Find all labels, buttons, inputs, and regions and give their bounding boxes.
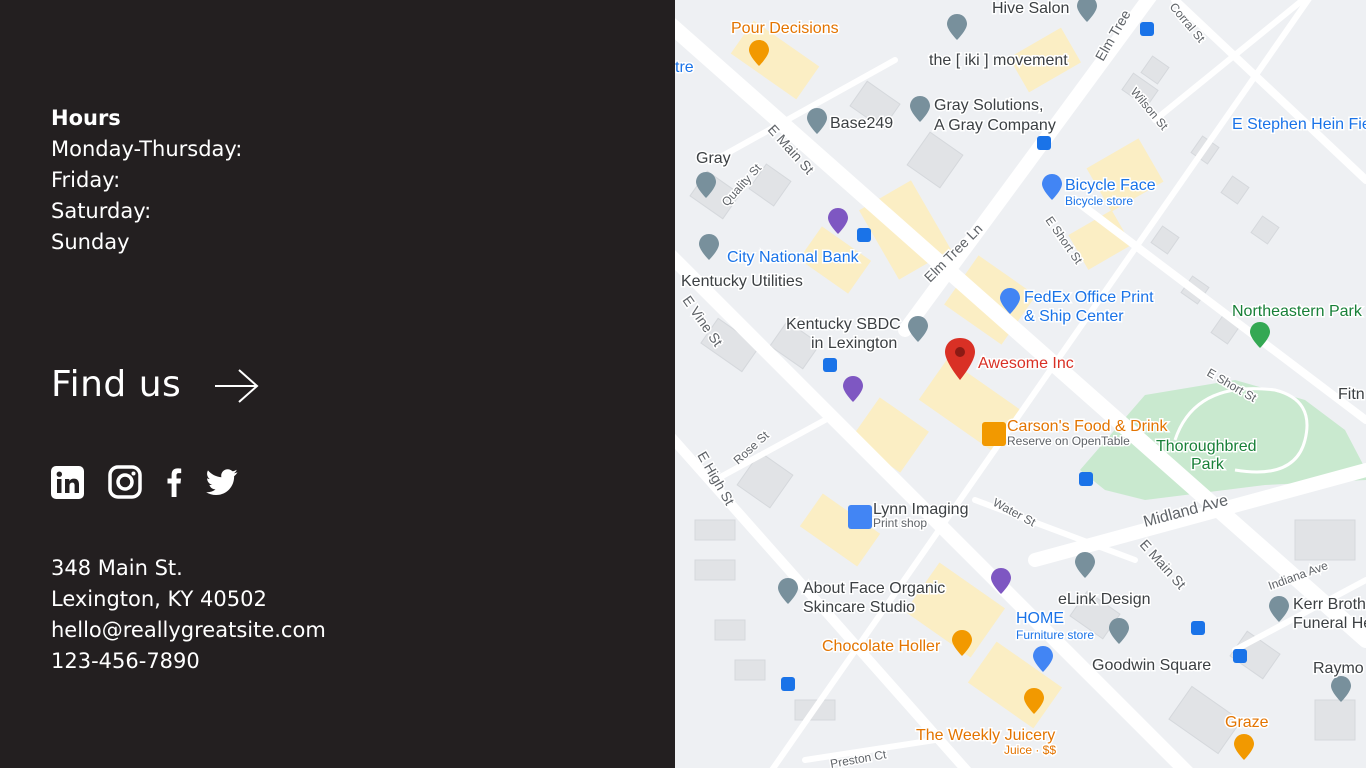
northeastern-label: Northeastern Park — [1232, 303, 1363, 320]
iki-pin-icon — [947, 14, 967, 40]
raymo-pin-icon — [1331, 676, 1351, 702]
transit-icon — [781, 677, 795, 691]
address-city: Lexington, KY 40502 — [51, 587, 267, 611]
carsons-restaurant-icon — [982, 422, 1006, 446]
lynn-imaging-icon — [848, 505, 872, 529]
elink-label: eLink Design — [1058, 591, 1151, 608]
raymo-label: Raymo — [1313, 660, 1364, 677]
home-label: HOME — [1016, 610, 1064, 627]
sbdc-label-1: Kentucky SBDC — [786, 316, 901, 333]
sbdc-pin-icon — [908, 316, 928, 342]
kerr-label-1: Kerr Broth — [1293, 596, 1366, 613]
thoroughbred-label-2: Park — [1191, 456, 1225, 473]
lynn-sub-label: Print shop — [873, 516, 927, 530]
facebook-icon[interactable] — [166, 467, 182, 497]
gray-solutions-pin-icon — [910, 96, 930, 122]
graze-label: Graze — [1225, 714, 1269, 731]
email-link[interactable]: hello@reallygreatsite.com — [51, 615, 326, 646]
hours-section: Hours Monday-Thursday: Friday: Saturday:… — [51, 103, 242, 258]
gray-solutions-label-1: Gray Solutions, — [934, 97, 1043, 114]
sbdc-label-2: in Lexington — [811, 335, 897, 352]
transit-icon — [1233, 649, 1247, 663]
graze-pin-icon — [1234, 734, 1254, 760]
chocolate-holler-label: Chocolate Holler — [822, 638, 941, 655]
elink-pin-icon — [1075, 552, 1095, 578]
about-face-pin-icon — [778, 578, 798, 604]
weekly-sub-label: Juice · $$ — [1004, 743, 1056, 757]
transit-icon — [857, 228, 871, 242]
transit-icon — [1140, 22, 1154, 36]
city-national-bank-pin-icon — [828, 208, 848, 234]
map-canvas[interactable]: Hive Salon the [ iki ] movement Gray Sol… — [675, 0, 1366, 768]
contact-section: 348 Main St. Lexington, KY 40502 hello@r… — [51, 553, 326, 677]
gray-solutions-label-2: A Gray Company — [934, 117, 1056, 134]
find-us-link[interactable]: Find us — [51, 358, 261, 410]
street-e-main-2: E Main St — [1137, 536, 1190, 592]
goodwin-pin-icon — [1109, 618, 1129, 644]
iki-label: the [ iki ] movement — [929, 52, 1068, 69]
about-face-label-2: Skincare Studio — [803, 599, 915, 616]
gray-label: Gray — [696, 150, 731, 167]
info-panel: Hours Monday-Thursday: Friday: Saturday:… — [0, 0, 675, 768]
linkedin-icon[interactable] — [51, 465, 84, 499]
awesome-inc-label: Awesome Inc — [978, 355, 1074, 372]
address-street: 348 Main St. — [51, 556, 183, 580]
tre-label: tre — [675, 59, 694, 76]
about-face-label-1: About Face Organic — [803, 580, 945, 597]
fitn-label: Fitn — [1338, 386, 1365, 403]
thoroughbred-label-1: Thoroughbred — [1156, 438, 1257, 455]
weekly-juicery-label: The Weekly Juicery — [916, 727, 1055, 744]
base249-label: Base249 — [830, 115, 893, 132]
home-pin-icon — [1033, 646, 1053, 672]
transit-icon — [1037, 136, 1051, 150]
kentucky-utilities-pin-icon — [699, 234, 719, 260]
carsons-sub-label: Reserve on OpenTable — [1007, 434, 1130, 448]
pour-decisions-label: Pour Decisions — [731, 20, 839, 37]
transit-icon — [823, 358, 837, 372]
hive-salon-pin-icon — [1077, 0, 1097, 22]
bicycle-face-sub-label: Bicycle store — [1065, 194, 1133, 208]
twitter-icon[interactable] — [206, 468, 238, 496]
kerr-label-2: Funeral He — [1293, 615, 1366, 632]
city-national-label: City National Bank — [727, 249, 860, 266]
hours-title: Hours — [51, 106, 121, 130]
transit-icon — [1079, 472, 1093, 486]
home-sub-label: Furniture store — [1016, 628, 1094, 642]
carsons-label: Carson's Food & Drink — [1007, 418, 1168, 435]
phone-link[interactable]: 123-456-7890 — [51, 646, 326, 677]
parking-pin-icon — [843, 376, 863, 402]
street-water: Water St — [991, 495, 1039, 529]
fedex-label-2: & Ship Center — [1024, 308, 1124, 325]
bicycle-face-pin-icon — [1042, 174, 1062, 200]
map-view[interactable]: Hive Salon the [ iki ] movement Gray Sol… — [675, 0, 1366, 768]
hive-salon-label: Hive Salon — [992, 0, 1069, 17]
hours-row: Friday: — [51, 168, 121, 192]
hours-row: Sunday — [51, 230, 130, 254]
stephen-label: E Stephen Hein Fie — [1232, 116, 1366, 133]
fedex-label-1: FedEx Office Print — [1024, 289, 1154, 306]
arrow-right-icon — [213, 366, 261, 410]
hours-row: Saturday: — [51, 199, 152, 223]
bicycle-face-label: Bicycle Face — [1065, 177, 1156, 194]
hours-row: Monday-Thursday: — [51, 137, 243, 161]
kerr-pin-icon — [1269, 596, 1289, 622]
instagram-icon[interactable] — [108, 465, 142, 499]
social-links — [51, 465, 262, 499]
base249-pin-icon — [807, 108, 827, 134]
kentucky-utilities-label: Kentucky Utilities — [681, 273, 803, 290]
transit-icon — [1191, 621, 1205, 635]
goodwin-label: Goodwin Square — [1092, 657, 1211, 674]
find-us-label: Find us — [51, 363, 182, 405]
